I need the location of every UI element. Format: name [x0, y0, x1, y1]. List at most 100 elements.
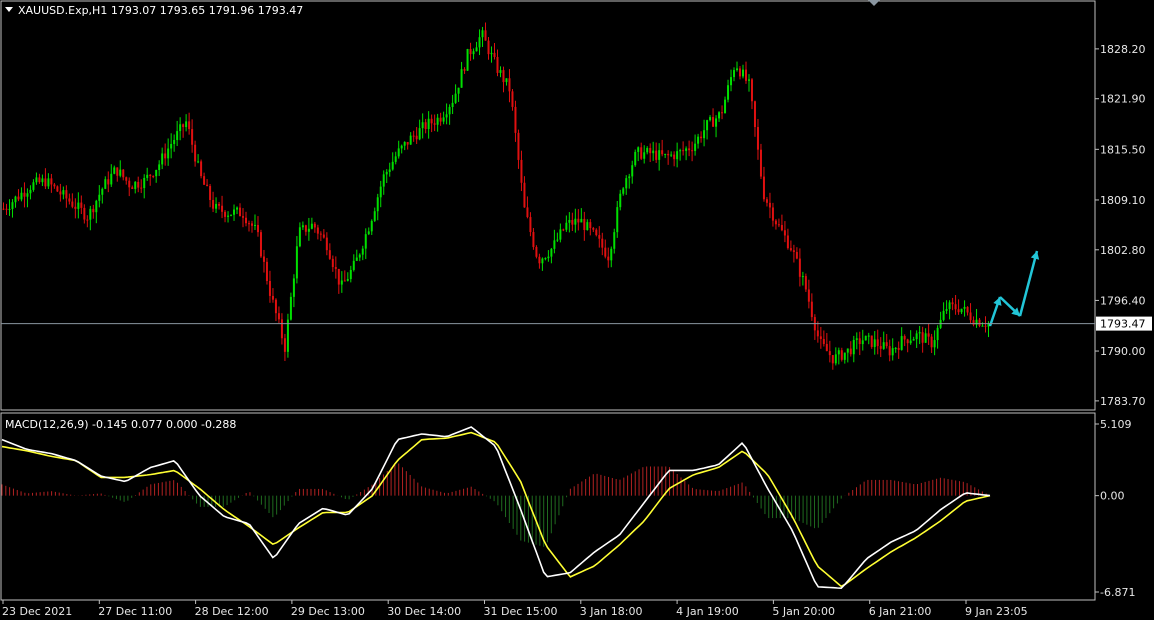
projection-arrows [988, 250, 1040, 327]
candle-body [580, 218, 583, 223]
candle-body [95, 200, 98, 213]
candle-body [709, 117, 712, 121]
candle-body [685, 148, 688, 151]
candle-body [445, 114, 448, 118]
trading-chart[interactable]: 1828.20 1821.90 1815.50 1809.10 1802.80 1796.… [0, 0, 1154, 620]
candle-body [80, 202, 83, 208]
candle-body [256, 224, 259, 233]
candle-body [289, 296, 292, 320]
candle-body [364, 234, 367, 249]
macd-signal-line [1, 431, 991, 588]
candle-body [753, 101, 756, 128]
candle-body [750, 79, 753, 102]
candle-body [218, 203, 221, 206]
time-tick-label: 29 Dec 13:00 [291, 605, 365, 618]
candle-body [104, 179, 107, 189]
candle-body [634, 151, 637, 166]
candle-body [185, 121, 188, 128]
candle-body [768, 202, 771, 208]
candlestick-series[interactable] [2, 22, 990, 370]
candle-body [960, 308, 963, 313]
macd-tick-label: 0.00 [1100, 490, 1125, 503]
candle-body [858, 338, 861, 345]
scroll-marker-icon[interactable] [868, 0, 880, 6]
candle-body [559, 229, 562, 240]
candle-body [8, 208, 11, 210]
candle-body [448, 107, 451, 115]
candle-body [945, 309, 948, 311]
candle-body [149, 174, 152, 177]
candle-body [394, 156, 397, 162]
candle-body [47, 178, 50, 187]
candle-body [295, 246, 298, 279]
candle-body [571, 219, 574, 225]
macd-tick-label: 5.109 [1100, 418, 1132, 431]
candle-body [903, 336, 906, 340]
candle-body [589, 222, 592, 229]
candle-body [694, 143, 697, 151]
candle-body [912, 339, 915, 341]
candle-body [107, 179, 110, 185]
dropdown-triangle-icon[interactable] [5, 7, 13, 12]
candle-body [852, 339, 855, 355]
candle-body [424, 122, 427, 130]
candle-body [843, 352, 846, 360]
candle-body [933, 340, 936, 348]
candle-body [891, 348, 894, 356]
time-tick-label: 27 Dec 11:00 [98, 605, 172, 618]
candle-body [271, 295, 274, 300]
candle-body [433, 123, 436, 125]
candle-body [505, 78, 508, 83]
candle-body [613, 232, 616, 249]
candle-body [292, 278, 295, 297]
candle-body [502, 70, 505, 83]
candle-body [53, 184, 56, 187]
candle-body [691, 150, 694, 152]
candle-body [625, 178, 628, 189]
candle-body [328, 250, 331, 259]
candle-body [143, 177, 146, 189]
candle-body [565, 222, 568, 230]
candle-body [637, 147, 640, 152]
candle-body [191, 129, 194, 145]
candle-body [520, 159, 523, 183]
candle-body [930, 336, 933, 348]
candle-body [286, 319, 289, 352]
candle-body [451, 102, 454, 108]
candle-body [14, 196, 17, 203]
candle-body [194, 144, 197, 162]
candle-body [463, 69, 466, 71]
candle-body [259, 232, 262, 257]
candle-body [457, 87, 460, 94]
candle-body [837, 350, 840, 355]
macd-histogram [1, 463, 987, 547]
candle-body [646, 147, 649, 153]
candle-body [756, 127, 759, 150]
candle-body [391, 161, 394, 170]
candle-body [894, 347, 897, 349]
candle-body [436, 117, 439, 125]
candle-body [697, 136, 700, 144]
candle-body [688, 148, 691, 151]
candle-body [604, 247, 607, 257]
candle-body [74, 206, 77, 209]
candle-body [834, 354, 837, 364]
candle-body [864, 335, 867, 341]
candle-body [924, 333, 927, 343]
symbol-header: XAUUSD.Exp,H1 1793.07 1793.65 1791.96 17… [18, 4, 303, 17]
candle-body [304, 225, 307, 232]
candle-body [885, 342, 888, 347]
candle-body [379, 186, 382, 198]
candle-body [888, 346, 891, 356]
candle-body [355, 257, 358, 261]
candle-body [400, 145, 403, 149]
candle-body [667, 153, 670, 156]
candle-body [610, 248, 613, 261]
candle-body [367, 231, 370, 235]
price-tick-label: 1828.20 [1100, 43, 1146, 56]
candle-body [65, 190, 68, 199]
candle-body [20, 192, 23, 200]
candle-body [861, 340, 864, 345]
candle-body [873, 339, 876, 347]
candle-body [984, 325, 987, 327]
